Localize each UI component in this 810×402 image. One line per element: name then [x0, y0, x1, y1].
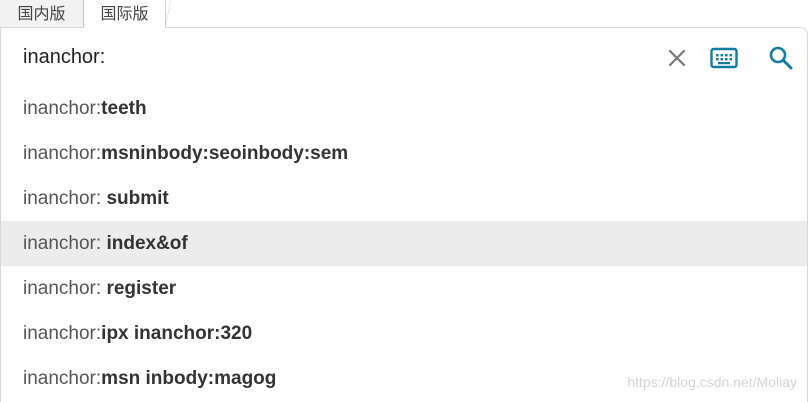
suggestion-prefix: inanchor: [23, 323, 102, 344]
keyboard-button[interactable] [709, 44, 739, 72]
suggestion-prefix: inanchor: [23, 143, 102, 164]
suggestion-prefix: inanchor: [23, 188, 107, 209]
tab-international[interactable]: 国际版 [84, 0, 171, 28]
suggestion-item[interactable]: inanchor:ipx inanchor:320 [1, 311, 807, 356]
suggestion-completion: msninbody:seoinbody:sem [101, 143, 349, 164]
search-button[interactable] [767, 44, 795, 72]
suggestion-item[interactable]: inanchor:teeth [1, 86, 807, 131]
suggestion-prefix: inanchor: [23, 233, 107, 254]
suggestion-completion: msn inbody:magog [101, 368, 277, 389]
search-box [0, 27, 808, 87]
suggestion-prefix: inanchor: [23, 368, 102, 389]
suggestion-item[interactable]: inanchor: submit [1, 176, 807, 221]
suggestion-item[interactable]: inanchor:msninbody:seoinbody:sem [1, 131, 807, 176]
suggestion-completion: index&of [106, 233, 188, 254]
suggestion-completion: ipx inanchor:320 [101, 323, 253, 344]
suggestion-completion: submit [106, 188, 169, 209]
clear-button[interactable] [663, 44, 691, 72]
suggestion-completion: teeth [101, 98, 147, 119]
suggestion-prefix: inanchor: [23, 98, 102, 119]
suggestion-prefix: inanchor: [23, 278, 107, 299]
tab-domestic[interactable]: 国内版 [0, 0, 84, 28]
suggestion-item[interactable]: inanchor: register [1, 266, 807, 311]
search-page: 国内版 国际版 inanchor: inanchor:teeth inancho… [0, 0, 810, 402]
watermark: https://blog.csdn.net/Moliay [627, 374, 797, 390]
suggestion-completion: register [106, 278, 177, 299]
keyboard-icon [710, 47, 738, 69]
close-icon [668, 49, 686, 67]
suggestion-item-highlighted[interactable]: inanchor: index&of [1, 221, 807, 266]
search-icon [769, 46, 793, 70]
search-input[interactable] [23, 40, 623, 74]
region-tabs: 国内版 国际版 [0, 0, 810, 28]
suggestion-list: inanchor:teeth inanchor:msninbody:seoinb… [0, 86, 808, 402]
